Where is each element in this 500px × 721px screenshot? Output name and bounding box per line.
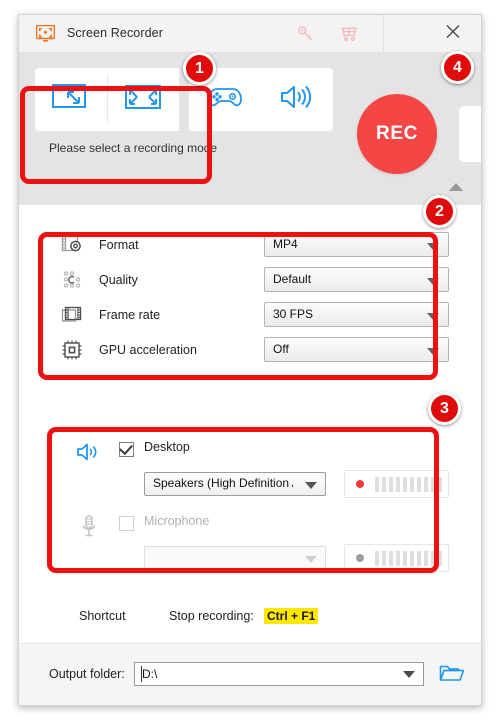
- cart-icon[interactable]: [339, 24, 359, 44]
- framerate-dropdown[interactable]: 30 FPS: [264, 302, 449, 327]
- screenshot-root: Screen Recorder REC Please select a reco…: [0, 0, 500, 721]
- format-dropdown[interactable]: MP4: [264, 232, 449, 257]
- microphone-label: Microphone: [144, 514, 210, 528]
- chevron-up-icon[interactable]: [449, 183, 463, 191]
- setting-label: Quality: [99, 272, 138, 287]
- recording-settings-panel: Format MP4 Quality Default Frame rate 30…: [49, 227, 449, 367]
- shortcut-label: Shortcut: [79, 609, 126, 623]
- chevron-down-icon: [427, 348, 439, 355]
- quality-dropdown[interactable]: Default: [264, 267, 449, 292]
- region-record-mode-button[interactable]: [35, 68, 107, 131]
- desktop-level-meter: [344, 470, 449, 498]
- minimize-button[interactable]: [387, 15, 431, 53]
- desktop-audio-label: Desktop: [144, 440, 190, 454]
- fullscreen-record-mode-button[interactable]: [107, 68, 179, 131]
- close-button[interactable]: [431, 15, 475, 53]
- microphone-device-row: [64, 542, 454, 580]
- gpu-acceleration-dropdown[interactable]: Off: [264, 337, 449, 362]
- gamepad-icon: [206, 83, 244, 116]
- check-icon: [119, 440, 133, 456]
- desktop-meter-bars: [375, 476, 442, 492]
- setting-row-gpu: GPU acceleration Off: [49, 332, 449, 367]
- quality-dots-icon: [61, 269, 83, 291]
- chevron-down-icon: [427, 278, 439, 285]
- monitor-icon: [35, 24, 56, 42]
- audio-settings-panel: Desktop Speakers (High Definition A...: [64, 438, 454, 580]
- desktop-device-row: Speakers (High Definition A...: [64, 468, 454, 506]
- speaker-icon: [76, 440, 102, 464]
- chevron-down-icon[interactable]: [403, 671, 415, 678]
- chevron-down-icon: [427, 243, 439, 250]
- audio-record-mode-button[interactable]: [261, 68, 333, 131]
- microphone-record-indicator: [356, 554, 364, 562]
- panel-collapse-row: [19, 171, 481, 205]
- speaker-icon: [279, 82, 315, 117]
- film-strip-icon: [61, 304, 83, 326]
- stop-recording-label: Stop recording:: [169, 609, 254, 623]
- microphone-icon: [80, 514, 98, 540]
- setting-row-framerate: Frame rate 30 FPS: [49, 297, 449, 332]
- stop-recording-shortcut-keys: Ctrl + F1: [264, 608, 319, 624]
- desktop-audio-checkbox[interactable]: [119, 440, 134, 457]
- microphone-level-meter: [344, 544, 449, 572]
- output-folder-label: Output folder:: [49, 667, 125, 681]
- region-select-icon: [51, 82, 91, 117]
- mode-toolbar: REC Please select a recording mode: [19, 53, 481, 174]
- desktop-device-value: Speakers (High Definition A...: [153, 476, 293, 490]
- framerate-value: 30 FPS: [273, 307, 314, 321]
- gpu-acceleration-value: Off: [273, 342, 289, 356]
- recording-mode-hint: Please select a recording mode: [49, 141, 218, 155]
- output-folder-bar: Output folder: D:\: [19, 643, 481, 705]
- chevron-down-icon: [305, 482, 317, 489]
- desktop-audio-row: Desktop: [64, 438, 454, 468]
- chevron-down-icon: [427, 313, 439, 320]
- shortcut-row: Shortcut Stop recording: Ctrl + F1: [19, 600, 481, 646]
- microphone-checkbox[interactable]: [119, 516, 134, 531]
- game-record-mode-button[interactable]: [189, 68, 261, 131]
- window-title: Screen Recorder: [67, 26, 163, 40]
- rec-button[interactable]: REC: [357, 94, 437, 174]
- microphone-row: Microphone: [64, 512, 454, 542]
- microphone-device-dropdown: [144, 546, 326, 570]
- overflow-tool-button[interactable]: [459, 106, 481, 162]
- titlebar-divider: [383, 15, 384, 53]
- setting-label: Frame rate: [99, 307, 161, 322]
- film-gear-icon: [61, 234, 83, 256]
- settings-body: Format MP4 Quality Default Frame rate 30…: [19, 205, 481, 705]
- setting-label: Format: [99, 237, 139, 252]
- quality-value: Default: [273, 272, 312, 286]
- desktop-record-indicator: [356, 480, 364, 488]
- format-value: MP4: [273, 237, 298, 251]
- browse-folder-button[interactable]: [439, 661, 465, 685]
- rec-button-label: REC: [376, 123, 418, 144]
- setting-label: GPU acceleration: [99, 342, 197, 357]
- setting-row-format: Format MP4: [49, 227, 449, 262]
- application-window: Screen Recorder REC Please select a reco…: [18, 14, 482, 706]
- key-icon[interactable]: [296, 24, 316, 44]
- cpu-chip-icon: [61, 339, 83, 361]
- chevron-down-icon: [305, 556, 317, 563]
- fullscreen-icon: [123, 82, 163, 117]
- setting-row-quality: Quality Default: [49, 262, 449, 297]
- output-folder-input[interactable]: D:\: [134, 662, 424, 686]
- title-bar: Screen Recorder: [19, 15, 481, 53]
- output-folder-value: D:\: [142, 667, 158, 681]
- microphone-meter-bars: [375, 550, 442, 566]
- desktop-device-dropdown[interactable]: Speakers (High Definition A...: [144, 472, 326, 496]
